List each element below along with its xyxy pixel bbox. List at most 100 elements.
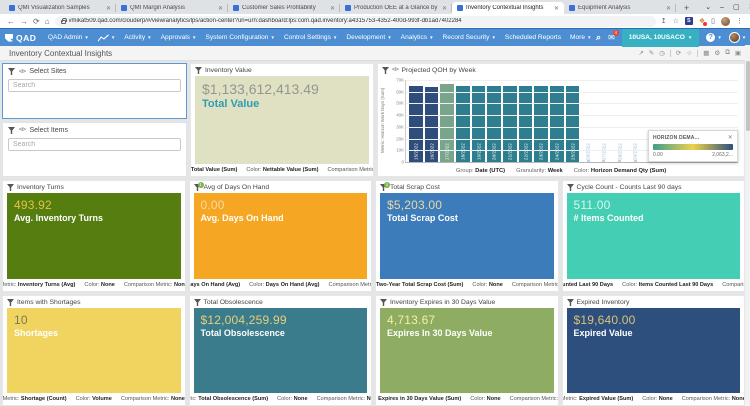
save-icon[interactable]: ▣ <box>735 49 741 57</box>
tile-visual[interactable]: 0.00 Avg. Days On Hand <box>193 193 367 279</box>
page-scrollbar[interactable] <box>745 45 750 406</box>
tile-value: 0.00 <box>200 198 225 212</box>
nav-item-scheduled-reports[interactable]: Scheduled Reports <box>500 29 565 47</box>
nav-item-qad-admin[interactable]: QAD Admin ▼ <box>43 29 93 47</box>
share-icon[interactable]: ↥ <box>661 17 667 25</box>
filter-panel-select-sites[interactable]: </> Select Sites <box>2 63 187 119</box>
bar[interactable] <box>618 160 622 162</box>
nav-item-record-security[interactable]: Record Security ▼ <box>438 29 500 47</box>
tile-visual[interactable]: $1,133,612,413.49 Total Value <box>195 76 369 164</box>
extension-s-icon[interactable]: S <box>684 17 693 25</box>
nav-item-control-settings[interactable]: Control Settings ▼ <box>279 29 341 47</box>
browser-menu-icon[interactable]: ⋮ <box>736 17 743 25</box>
maximize-icon[interactable]: ▢ <box>733 3 740 11</box>
tab-close-icon[interactable]: ✕ <box>554 5 559 12</box>
tile-visual[interactable]: $12,004,259.99 Total Obsolescence <box>193 308 367 393</box>
bar[interactable] <box>602 160 606 162</box>
tile-title: Inventory Value <box>205 66 252 74</box>
browser-tab[interactable]: Production OEE at a Glance by W ✕ <box>340 2 452 14</box>
gridline <box>406 126 738 128</box>
close-icon[interactable]: ✕ <box>728 134 733 141</box>
bar-label: 22/2022 <box>523 143 529 160</box>
help-icon: ? <box>706 33 716 42</box>
y-axis-label: Metric: Horizon Work Days (Sum) <box>380 87 385 153</box>
tile-visual[interactable]: $5,203.00 Total Scrap Cost <box>380 193 554 279</box>
tile-visual[interactable]: 493.92 Avg. Inventory Turns <box>7 193 181 279</box>
nav-item-system-configuration[interactable]: System Configuration ▼ <box>201 29 280 47</box>
export-icon[interactable]: ⧉ <box>725 49 730 57</box>
tile-visual[interactable]: 4,713.67 Expires In 30 Days Value <box>380 308 554 393</box>
share-icon[interactable]: ↗ <box>638 49 643 57</box>
profile-menu[interactable]: ▼ <box>728 32 746 43</box>
bar[interactable] <box>586 160 590 162</box>
select-items-search-input[interactable] <box>8 137 181 151</box>
filter-panel-select-items[interactable]: </> Select Items <box>2 121 187 177</box>
tab-close-icon[interactable]: ✕ <box>442 5 447 12</box>
help-menu[interactable]: ? ▼ <box>706 33 722 42</box>
bar-label: 23/2022 <box>538 143 544 160</box>
kpi-row-3: Items with Shortages 10 Shortages Metric… <box>2 295 745 406</box>
kpi-tile: Items with Shortages 10 Shortages Metric… <box>2 295 186 406</box>
filter-icon <box>7 298 14 306</box>
tab-close-icon[interactable]: ✕ <box>330 5 335 12</box>
back-icon[interactable]: ← <box>7 17 15 26</box>
kpi-row-2: Inventory Turns 493.92 Avg. Inventory Tu… <box>2 180 745 292</box>
forward-icon[interactable]: → <box>20 17 28 26</box>
nav-item-more[interactable]: More ▼ <box>566 29 597 47</box>
reload-icon[interactable]: ⟳ <box>33 17 40 26</box>
select-sites-search-input[interactable] <box>8 79 181 92</box>
bookmark-star-icon[interactable]: ☆ <box>673 17 679 25</box>
extension-badged-icon[interactable]: ❖ <box>699 17 708 26</box>
browser-tab[interactable]: QMI Visualization Samples ✕ <box>4 2 116 14</box>
tile-visual[interactable]: $19,640.00 Expired Value <box>566 308 740 393</box>
tile-title: Cycle Count - Counts Last 90 days <box>576 183 682 191</box>
tab-favicon <box>457 5 463 11</box>
new-tab-button[interactable]: + <box>676 2 697 14</box>
kpi-tile: Cycle Count - Counts Last 90 days 511.00… <box>561 180 745 292</box>
filter-icon <box>195 66 202 74</box>
link-icon[interactable]: ✎ <box>649 49 654 57</box>
search-icon[interactable]: ⌕ <box>596 32 601 43</box>
browser-tab[interactable]: Customer Sales Profitability ✕ <box>228 2 340 14</box>
browser-tab[interactable]: QMI Margin Analysis ✕ <box>116 2 228 14</box>
gridline <box>406 91 738 93</box>
bar[interactable] <box>633 160 637 162</box>
browser-tab-strip: QMI Visualization Samples ✕ QMI Margin Ana… <box>0 0 750 14</box>
nav-item-development[interactable]: Development ▼ <box>342 29 396 47</box>
minimize-icon[interactable]: – <box>720 4 724 11</box>
tab-favicon <box>121 5 127 11</box>
tab-search-icon[interactable]: ⌄ <box>705 3 711 11</box>
chart-caption: Group: Date (UTC) Granularity: Week Color:… <box>455 167 667 174</box>
settings-icon[interactable]: ⚙ <box>714 49 720 57</box>
page-title: Inventory Contextual Insights <box>9 48 113 58</box>
tile-visual[interactable]: 10 Shortages <box>7 308 181 393</box>
tile-visual[interactable]: 511.00 # Items Counted <box>566 193 740 279</box>
scrollbar-thumb[interactable] <box>745 61 750 131</box>
nav-item-chart[interactable]: ▼ <box>93 29 119 47</box>
nav-item-analytics[interactable]: Analytics ▼ <box>396 29 438 47</box>
split-screen-icon[interactable]: ▯ <box>711 17 715 25</box>
qad-logo[interactable]: QAD <box>5 33 36 43</box>
browser-tab[interactable]: Equipment Analysis ✕ <box>564 2 676 14</box>
tab-close-icon[interactable]: ✕ <box>218 5 223 12</box>
nav-item-approvals[interactable]: Approvals ▼ <box>156 29 201 47</box>
favorite-icon[interactable]: ☆ <box>686 49 692 57</box>
browser-profile-avatar[interactable] <box>721 16 730 26</box>
gridline <box>406 80 738 81</box>
refresh-icon[interactable]: ⟳ <box>676 49 681 57</box>
nav-item-activity[interactable]: Activity ▼ <box>120 29 156 47</box>
history-icon[interactable]: ◷ <box>659 49 665 57</box>
tab-close-icon[interactable]: ✕ <box>666 5 671 12</box>
chart-legend[interactable]: HORIZON DEMA... ✕ 0.00 2,063,2... <box>648 130 738 162</box>
home-icon[interactable]: ⌂ <box>45 17 50 26</box>
tile-title: Items with Shortages <box>17 298 81 306</box>
mail-icon[interactable]: ✉ 4 <box>608 30 619 42</box>
gridline <box>406 115 738 117</box>
url-bar[interactable]: vmikat509.qad.com/clouderp/#/view/analyt… <box>54 15 656 27</box>
tab-close-icon[interactable]: ✕ <box>106 5 111 12</box>
user-domain-selector[interactable]: 10USA, 10USACO ▼ <box>621 28 700 47</box>
tile-footer: Metric: Two-Year Total Scrap Cost (Sum)C… <box>376 282 558 288</box>
delete-icon[interactable]: ▦ <box>703 49 709 57</box>
browser-tab[interactable]: Inventory Contextual Insights ✕ <box>452 2 564 14</box>
tile-footer: Metric: Total Value (Sum)Color: Nettable… <box>191 167 373 173</box>
